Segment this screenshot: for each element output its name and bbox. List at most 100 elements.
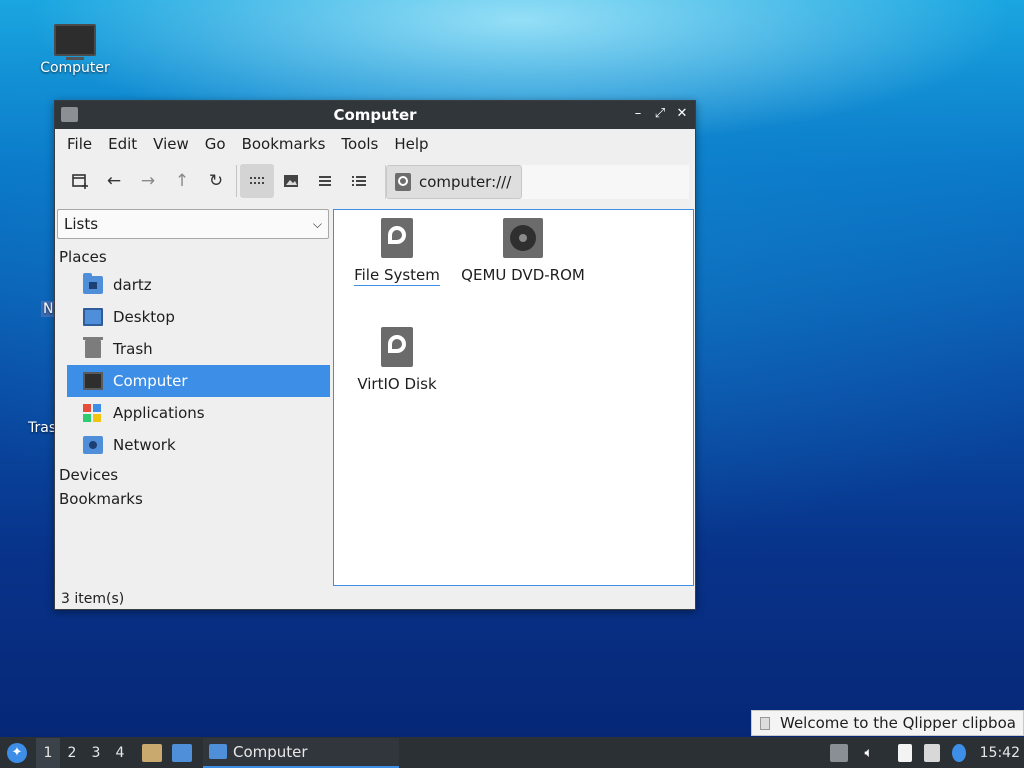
network-tray-icon[interactable] — [923, 743, 940, 762]
desktop-icon-computer[interactable]: Computer — [35, 24, 115, 76]
menu-file[interactable]: File — [59, 135, 100, 153]
clipboard-icon — [760, 716, 770, 730]
places-heading[interactable]: Places — [55, 245, 332, 269]
toolbar: ← → ↑ ↻ computer:/// — [55, 159, 695, 203]
workspace-2[interactable]: 2 — [60, 738, 84, 768]
menu-bookmarks[interactable]: Bookmarks — [234, 135, 334, 153]
sidebar-item-label: Trash — [113, 340, 153, 358]
sidebar-item-desktop[interactable]: Desktop — [67, 301, 330, 333]
sidebar-item-label: dartz — [113, 276, 152, 294]
detailed-list-view-button[interactable] — [342, 164, 376, 198]
compact-list-icon — [319, 176, 331, 186]
thumbnail-view-button[interactable] — [274, 164, 308, 198]
arrow-left-icon: ← — [106, 171, 122, 191]
task-button-computer[interactable]: Computer — [203, 737, 399, 768]
clipboard-tray-icon[interactable] — [897, 743, 912, 762]
location-bar[interactable]: computer:/// — [385, 165, 689, 199]
forward-button[interactable]: → — [131, 164, 165, 198]
sidebar-item-applications[interactable]: Applications — [67, 397, 330, 429]
compact-view-button[interactable] — [308, 164, 342, 198]
system-tray: 🔈︎ 15:42 — [824, 737, 1024, 768]
drive-icon — [395, 173, 411, 191]
network-icon — [83, 436, 103, 454]
file-item[interactable]: QEMU DVD-ROM — [458, 218, 588, 284]
file-item-label: QEMU DVD-ROM — [461, 266, 585, 284]
workspace-1[interactable]: 1 — [36, 737, 60, 768]
folder-icon — [209, 744, 227, 759]
desktop-icon-label: Computer — [40, 60, 110, 76]
drive-icon — [381, 218, 413, 258]
desktop-icon-partial-label[interactable]: Tras — [28, 420, 56, 436]
computer-icon — [54, 24, 96, 60]
side-panel: Lists ⌵ Places dartz Desktop Trash Compu… — [55, 203, 332, 586]
sidebar-item-trash[interactable]: Trash — [67, 333, 330, 365]
drive-icon — [381, 327, 413, 367]
file-item-label: VirtIO Disk — [357, 375, 437, 393]
notification-popup[interactable]: Welcome to the Qlipper clipboa — [751, 710, 1024, 736]
lxqt-logo-icon: ✦ — [7, 742, 27, 763]
up-button[interactable]: ↑ — [165, 164, 199, 198]
cdrom-icon — [503, 218, 543, 258]
back-button[interactable]: ← — [97, 164, 131, 198]
icon-view-icon — [250, 177, 264, 184]
new-tab-button[interactable] — [63, 164, 97, 198]
icon-view-button[interactable] — [240, 164, 274, 198]
maximize-button[interactable]: ⤢ — [651, 105, 669, 123]
task-button-label: Computer — [233, 742, 308, 761]
chevron-down-icon: ⌵ — [312, 216, 322, 231]
titlebar[interactable]: Computer – ⤢ ✕ — [55, 101, 695, 129]
menu-edit[interactable]: Edit — [100, 135, 145, 153]
folder-icon — [61, 107, 78, 122]
volume-icon[interactable]: 🔈︎ — [860, 744, 878, 762]
show-desktop-icon[interactable] — [172, 743, 192, 762]
sidebar-item-computer[interactable]: Computer — [67, 365, 330, 397]
image-icon — [284, 175, 298, 187]
arrow-right-icon: → — [140, 171, 156, 191]
side-panel-mode-select[interactable]: Lists ⌵ — [57, 209, 329, 239]
detailed-list-icon — [352, 176, 366, 186]
file-view[interactable]: File System QEMU DVD-ROM VirtIO Disk — [333, 209, 694, 586]
location-path-button[interactable]: computer:/// — [386, 165, 523, 199]
workspace-4[interactable]: 4 — [108, 738, 132, 768]
computer-icon — [83, 372, 103, 390]
applications-icon — [83, 404, 101, 422]
close-button[interactable]: ✕ — [673, 105, 691, 123]
menu-go[interactable]: Go — [197, 135, 234, 153]
sidebar-item-label: Computer — [113, 372, 188, 390]
workspace-3[interactable]: 3 — [84, 738, 108, 768]
tray-updates-icon[interactable] — [829, 743, 848, 762]
taskbar: ✦ 1 2 3 4 Computer 🔈︎ 15:42 — [0, 737, 1024, 768]
side-panel-mode-value: Lists — [64, 215, 99, 233]
new-tab-icon — [72, 174, 88, 189]
arrow-up-icon: ↑ — [174, 171, 190, 191]
bookmarks-heading[interactable]: Bookmarks — [55, 487, 332, 511]
trash-icon — [83, 337, 103, 358]
desktop-icon — [83, 308, 103, 326]
reload-icon: ↻ — [208, 171, 224, 191]
menu-help[interactable]: Help — [386, 135, 436, 153]
window-title: Computer — [333, 106, 417, 124]
location-path: computer:/// — [419, 173, 512, 191]
file-manager-launcher-icon[interactable] — [142, 743, 162, 762]
home-folder-icon — [83, 273, 103, 294]
clock[interactable]: 15:42 — [980, 745, 1020, 761]
devices-heading[interactable]: Devices — [55, 463, 332, 487]
sidebar-item-label: Desktop — [113, 308, 175, 326]
sidebar-item-home[interactable]: dartz — [67, 269, 330, 301]
notification-tray-icon[interactable] — [951, 743, 966, 762]
sidebar-item-network[interactable]: Network — [67, 429, 330, 461]
toolbar-separator — [236, 165, 237, 197]
start-menu-button[interactable]: ✦ — [2, 738, 32, 768]
minimize-button[interactable]: – — [629, 105, 647, 123]
menu-view[interactable]: View — [145, 135, 197, 153]
menu-tools[interactable]: Tools — [333, 135, 386, 153]
status-bar-text: 3 item(s) — [61, 591, 125, 607]
reload-button[interactable]: ↻ — [199, 164, 233, 198]
file-item[interactable]: VirtIO Disk — [352, 327, 442, 393]
file-manager-window: Computer – ⤢ ✕ File Edit View Go Bookmar… — [54, 100, 696, 610]
file-item[interactable]: File System — [352, 218, 442, 286]
sidebar-item-label: Applications — [113, 404, 205, 422]
notification-text: Welcome to the Qlipper clipboa — [780, 714, 1016, 732]
file-item-label: File System — [354, 266, 440, 286]
menubar: File Edit View Go Bookmarks Tools Help — [55, 129, 695, 159]
